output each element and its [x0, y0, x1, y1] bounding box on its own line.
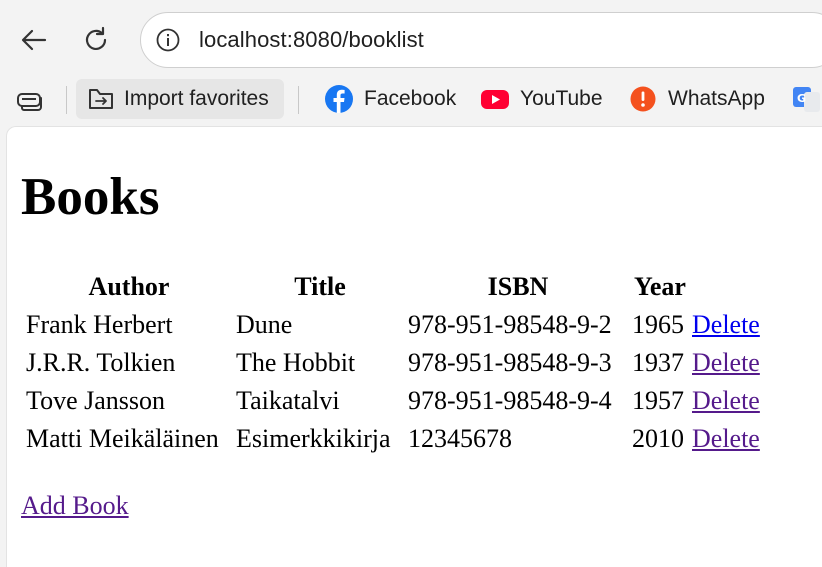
delete-link[interactable]: Delete — [692, 348, 760, 377]
cell-author: J.R.R. Tolkien — [26, 348, 176, 377]
cell-isbn: 12345678 — [408, 424, 512, 453]
table-header-row: Author Title ISBN Year — [25, 269, 767, 305]
favorite-google-translate[interactable]: G — [792, 79, 822, 119]
header-author: Author — [88, 272, 170, 301]
google-translate-icon: G — [792, 84, 822, 114]
favorite-facebook[interactable]: Facebook — [324, 79, 456, 119]
reload-button[interactable] — [78, 22, 114, 58]
youtube-icon — [480, 84, 510, 114]
import-favorites-label: Import favorites — [124, 87, 269, 110]
favbar-divider — [66, 86, 67, 114]
import-favorites-icon — [86, 84, 116, 114]
cell-title: Dune — [236, 310, 293, 339]
address-bar[interactable]: localhost:8080/booklist — [140, 12, 822, 68]
browser-toolbar: localhost:8080/booklist — [0, 0, 822, 76]
youtube-label: YouTube — [520, 87, 603, 110]
cell-title: The Hobbit — [236, 348, 356, 377]
cell-author: Tove Jansson — [26, 386, 166, 415]
cell-author: Frank Herbert — [26, 310, 173, 339]
cell-author: Matti Meikäläinen — [26, 424, 219, 453]
table-row: Tove Jansson Taikatalvi 978-951-98548-9-… — [25, 383, 767, 419]
cell-title: Esimerkkikirja — [236, 424, 391, 453]
table-row: J.R.R. Tolkien The Hobbit 978-951-98548-… — [25, 345, 767, 381]
favorites-bar: Import favorites Facebook YouTube WhatsA… — [0, 76, 822, 124]
page-title: Books — [21, 168, 160, 226]
cell-title: Taikatalvi — [236, 386, 340, 415]
back-arrow-icon — [21, 29, 47, 51]
delete-link[interactable]: Delete — [692, 424, 760, 453]
cell-year: 2010 — [632, 424, 684, 453]
header-isbn: ISBN — [487, 272, 549, 301]
favorite-whatsapp[interactable]: WhatsApp — [628, 79, 765, 119]
header-year: Year — [634, 272, 686, 301]
facebook-label: Facebook — [364, 87, 457, 110]
page-viewport: Books Author Title ISBN Year Frank Herbe… — [6, 126, 822, 567]
import-favorites-item[interactable]: Import favorites — [86, 79, 269, 119]
header-actions — [691, 269, 767, 305]
books-table: Author Title ISBN Year Frank Herbert Dun… — [23, 267, 769, 459]
favorite-youtube[interactable]: YouTube — [480, 79, 603, 119]
cell-isbn: 978-951-98548-9-3 — [408, 348, 612, 377]
cell-isbn: 978-951-98548-9-4 — [408, 386, 612, 415]
table-row: Matti Meikäläinen Esimerkkikirja 1234567… — [25, 421, 767, 457]
header-title: Title — [294, 272, 346, 301]
delete-link[interactable]: Delete — [692, 310, 760, 339]
table-row: Frank Herbert Dune 978-951-98548-9-2 196… — [25, 307, 767, 343]
whatsapp-icon — [628, 84, 658, 114]
add-book-link[interactable]: Add Book — [21, 491, 129, 521]
cell-year: 1965 — [632, 310, 684, 339]
url-text[interactable]: localhost:8080/booklist — [199, 27, 424, 53]
cell-year: 1957 — [632, 386, 684, 415]
cell-isbn: 978-951-98548-9-2 — [408, 310, 612, 339]
facebook-icon — [324, 84, 354, 114]
cell-year: 1937 — [632, 348, 684, 377]
svg-text:G: G — [797, 92, 806, 105]
delete-link[interactable]: Delete — [692, 386, 760, 415]
reload-icon — [85, 26, 107, 50]
whatsapp-label: WhatsApp — [668, 87, 765, 110]
back-button[interactable] — [16, 22, 52, 58]
collections-icon[interactable] — [14, 88, 44, 112]
site-info-icon[interactable] — [155, 27, 181, 53]
favbar-divider — [298, 86, 299, 114]
